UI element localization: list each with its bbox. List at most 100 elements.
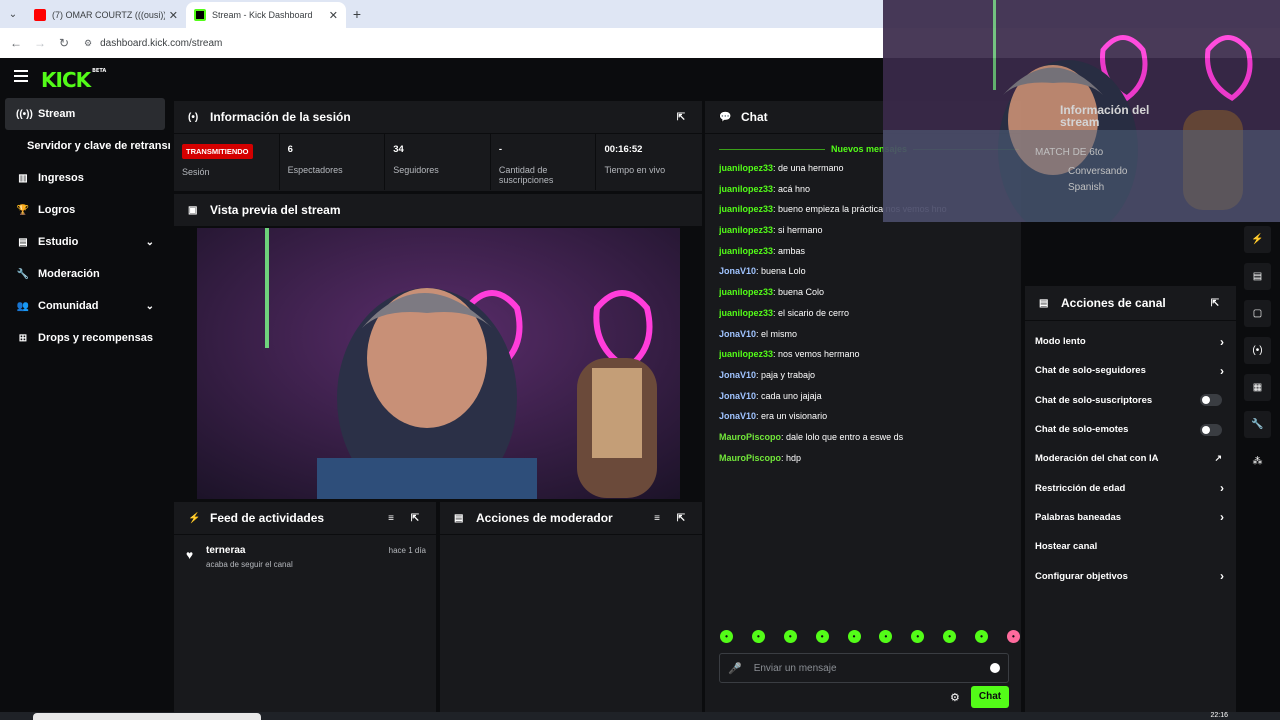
chat-username[interactable]: JonaV10 xyxy=(719,370,756,380)
channel-action-item[interactable]: Restricción de edad › xyxy=(1025,473,1236,502)
lightning-icon[interactable]: ⚡ xyxy=(1244,226,1271,253)
sidebar-item-drops[interactable]: ⊞ Drops y recompensas xyxy=(0,322,170,354)
chat-message: MauroPiscopo: dale lolo que entro a eswe… xyxy=(719,432,1019,453)
site-info-icon[interactable]: ⚙ xyxy=(84,38,92,49)
channel-action-item[interactable]: Palabras baneadas › xyxy=(1025,503,1236,532)
emote-icon[interactable]: • xyxy=(847,630,861,643)
sidebar-item-ingresos[interactable]: ▥ Ingresos xyxy=(0,162,170,194)
chat-text: : buena Colo xyxy=(773,287,825,298)
emote-icon[interactable]: • xyxy=(879,630,893,643)
emoji-icon[interactable] xyxy=(990,663,1000,673)
video-icon: ▣ xyxy=(188,204,198,216)
chat-username[interactable]: JonaV10 xyxy=(719,391,756,401)
emote-icon[interactable]: • xyxy=(943,630,957,643)
channel-action-item[interactable]: Configurar objetivos › xyxy=(1025,561,1236,590)
channel-action-item[interactable]: Chat de solo-seguidores › xyxy=(1025,356,1236,385)
sidebar-item-comunidad[interactable]: 👥 Comunidad ⌄ xyxy=(0,290,170,322)
emote-icon[interactable]: • xyxy=(783,630,797,643)
chat-input[interactable]: 🎤 Enviar un mensaje xyxy=(719,653,1009,683)
webcam-image xyxy=(197,228,680,499)
chat-username[interactable]: juanilopez33 xyxy=(719,225,773,235)
feed-time: hace 1 día xyxy=(388,546,426,555)
chat-message: JonaV10: era un visionario xyxy=(719,411,1019,432)
chat-text: : de una hermano xyxy=(773,163,844,173)
channel-action-item[interactable]: Hostear canal xyxy=(1025,532,1236,561)
filter-icon[interactable]: ≡ xyxy=(648,513,666,524)
kick-logo[interactable]: KICK BETA xyxy=(41,68,106,92)
emote-icon[interactable]: • xyxy=(751,630,765,643)
emote-icon[interactable]: • xyxy=(815,630,829,643)
broadcast-icon[interactable]: (•) xyxy=(1244,337,1271,364)
popout-icon[interactable]: ⇱ xyxy=(406,513,424,524)
back-icon[interactable]: ← xyxy=(4,36,28,50)
stat-viewers: 6 Espectadores xyxy=(280,134,386,190)
url-field[interactable]: ⚙ dashboard.kick.com/stream xyxy=(84,32,222,54)
emote-icon[interactable]: • xyxy=(1006,630,1020,643)
sidebar-item-server-key[interactable]: Servidor y clave de retransmisión xyxy=(0,130,170,162)
chat-username[interactable]: juanilopez33 xyxy=(719,163,773,173)
chat-username[interactable]: MauroPiscopo xyxy=(719,453,781,463)
new-tab-button[interactable]: + xyxy=(346,6,368,22)
overlay-title: Información del stream xyxy=(1060,103,1150,129)
close-icon[interactable]: ✕ xyxy=(329,9,338,22)
chat-username[interactable]: MauroPiscopo xyxy=(719,432,781,442)
chat-username[interactable]: JonaV10 xyxy=(719,411,756,421)
browser-tab-kick[interactable]: Stream - Kick Dashboard ✕ xyxy=(186,2,346,28)
popout-icon[interactable]: ⇱ xyxy=(672,112,690,123)
toggle-switch[interactable] xyxy=(1200,394,1222,407)
layout-icon[interactable]: ▦ xyxy=(1244,374,1271,401)
microphone-icon[interactable]: 🎤 xyxy=(728,662,742,675)
panel-header: ▣ Vista previa del stream xyxy=(174,194,702,227)
panel-title: Acciones de moderador xyxy=(476,511,613,525)
add-widget-icon[interactable]: ⁂ xyxy=(1244,448,1271,475)
popout-icon[interactable]: ⇱ xyxy=(672,513,690,524)
chat-username[interactable]: juanilopez33 xyxy=(719,204,773,214)
feed-item: ♥ terneraa acaba de seguir el canal hace… xyxy=(174,535,436,579)
lightning-icon: ⚡ xyxy=(188,512,201,524)
chat-username[interactable]: JonaV10 xyxy=(719,329,756,339)
toggle-switch[interactable] xyxy=(1200,423,1222,436)
chat-username[interactable]: juanilopez33 xyxy=(719,349,773,359)
sidebar-item-estudio[interactable]: ▤ Estudio ⌄ xyxy=(0,226,170,258)
emote-icon[interactable]: • xyxy=(911,630,925,643)
gear-icon[interactable]: ⚙ xyxy=(950,691,960,704)
chat-username[interactable]: JonaV10 xyxy=(719,266,756,276)
menu-icon[interactable] xyxy=(14,70,28,82)
chat-username[interactable]: juanilopez33 xyxy=(719,287,773,297)
stat-label: Seguidores xyxy=(393,165,439,175)
chat-bubble-icon: 💬 xyxy=(719,111,732,123)
chat-username[interactable]: juanilopez33 xyxy=(719,184,773,194)
tab-title: Stream - Kick Dashboard xyxy=(212,10,313,20)
close-icon[interactable]: ✕ xyxy=(169,9,178,22)
chat-message: juanilopez33: el sicario de cerro xyxy=(719,308,1019,329)
stat-value: - xyxy=(498,144,502,155)
sidebar-item-logros[interactable]: 🏆 Logros xyxy=(0,194,170,226)
wrench-icon[interactable]: 🔧 xyxy=(1244,411,1271,438)
chat-username[interactable]: juanilopez33 xyxy=(719,246,773,256)
popout-icon[interactable]: ⇱ xyxy=(1206,298,1224,309)
reload-icon[interactable]: ↻ xyxy=(52,36,76,50)
sidebar-item-moderacion[interactable]: 🔧 Moderación xyxy=(0,258,170,290)
channel-action-item[interactable]: Modo lento › xyxy=(1025,327,1236,356)
sidebar-item-stream[interactable]: ((•)) Stream xyxy=(5,98,165,130)
chat-text: : buena Lolo xyxy=(756,266,806,277)
document-icon[interactable]: ▤ xyxy=(1244,263,1271,290)
channel-action-item[interactable]: Chat de solo-emotes xyxy=(1025,415,1236,444)
emote-icon[interactable]: • xyxy=(720,630,733,643)
emote-icon[interactable]: • xyxy=(975,630,988,643)
channel-action-item[interactable]: Chat de solo-suscriptores xyxy=(1025,386,1236,415)
chat-username[interactable]: juanilopez33 xyxy=(719,308,773,318)
sidebar-item-label: Comunidad xyxy=(38,300,99,312)
browser-tab-youtube[interactable]: (7) OMAR COURTZ (((ousi))) - Y ✕ xyxy=(26,2,186,28)
chat-bubble-icon[interactable]: ▢ xyxy=(1244,300,1271,327)
forward-icon[interactable]: → xyxy=(28,36,52,50)
session-stats: TRANSMITIENDO Sesión 6 Espectadores 34 S… xyxy=(174,134,702,190)
send-chat-button[interactable]: Chat xyxy=(971,686,1009,708)
chat-text: : si hermano xyxy=(773,225,823,236)
stream-preview-video[interactable] xyxy=(197,228,680,499)
filter-icon[interactable]: ≡ xyxy=(382,513,400,524)
panel-title: Feed de actividades xyxy=(210,511,325,525)
channel-action-item[interactable]: Moderación del chat con IA ↗ xyxy=(1025,444,1236,473)
taskbar-search[interactable] xyxy=(33,713,261,720)
tab-search-icon[interactable]: ⌄ xyxy=(0,0,26,28)
